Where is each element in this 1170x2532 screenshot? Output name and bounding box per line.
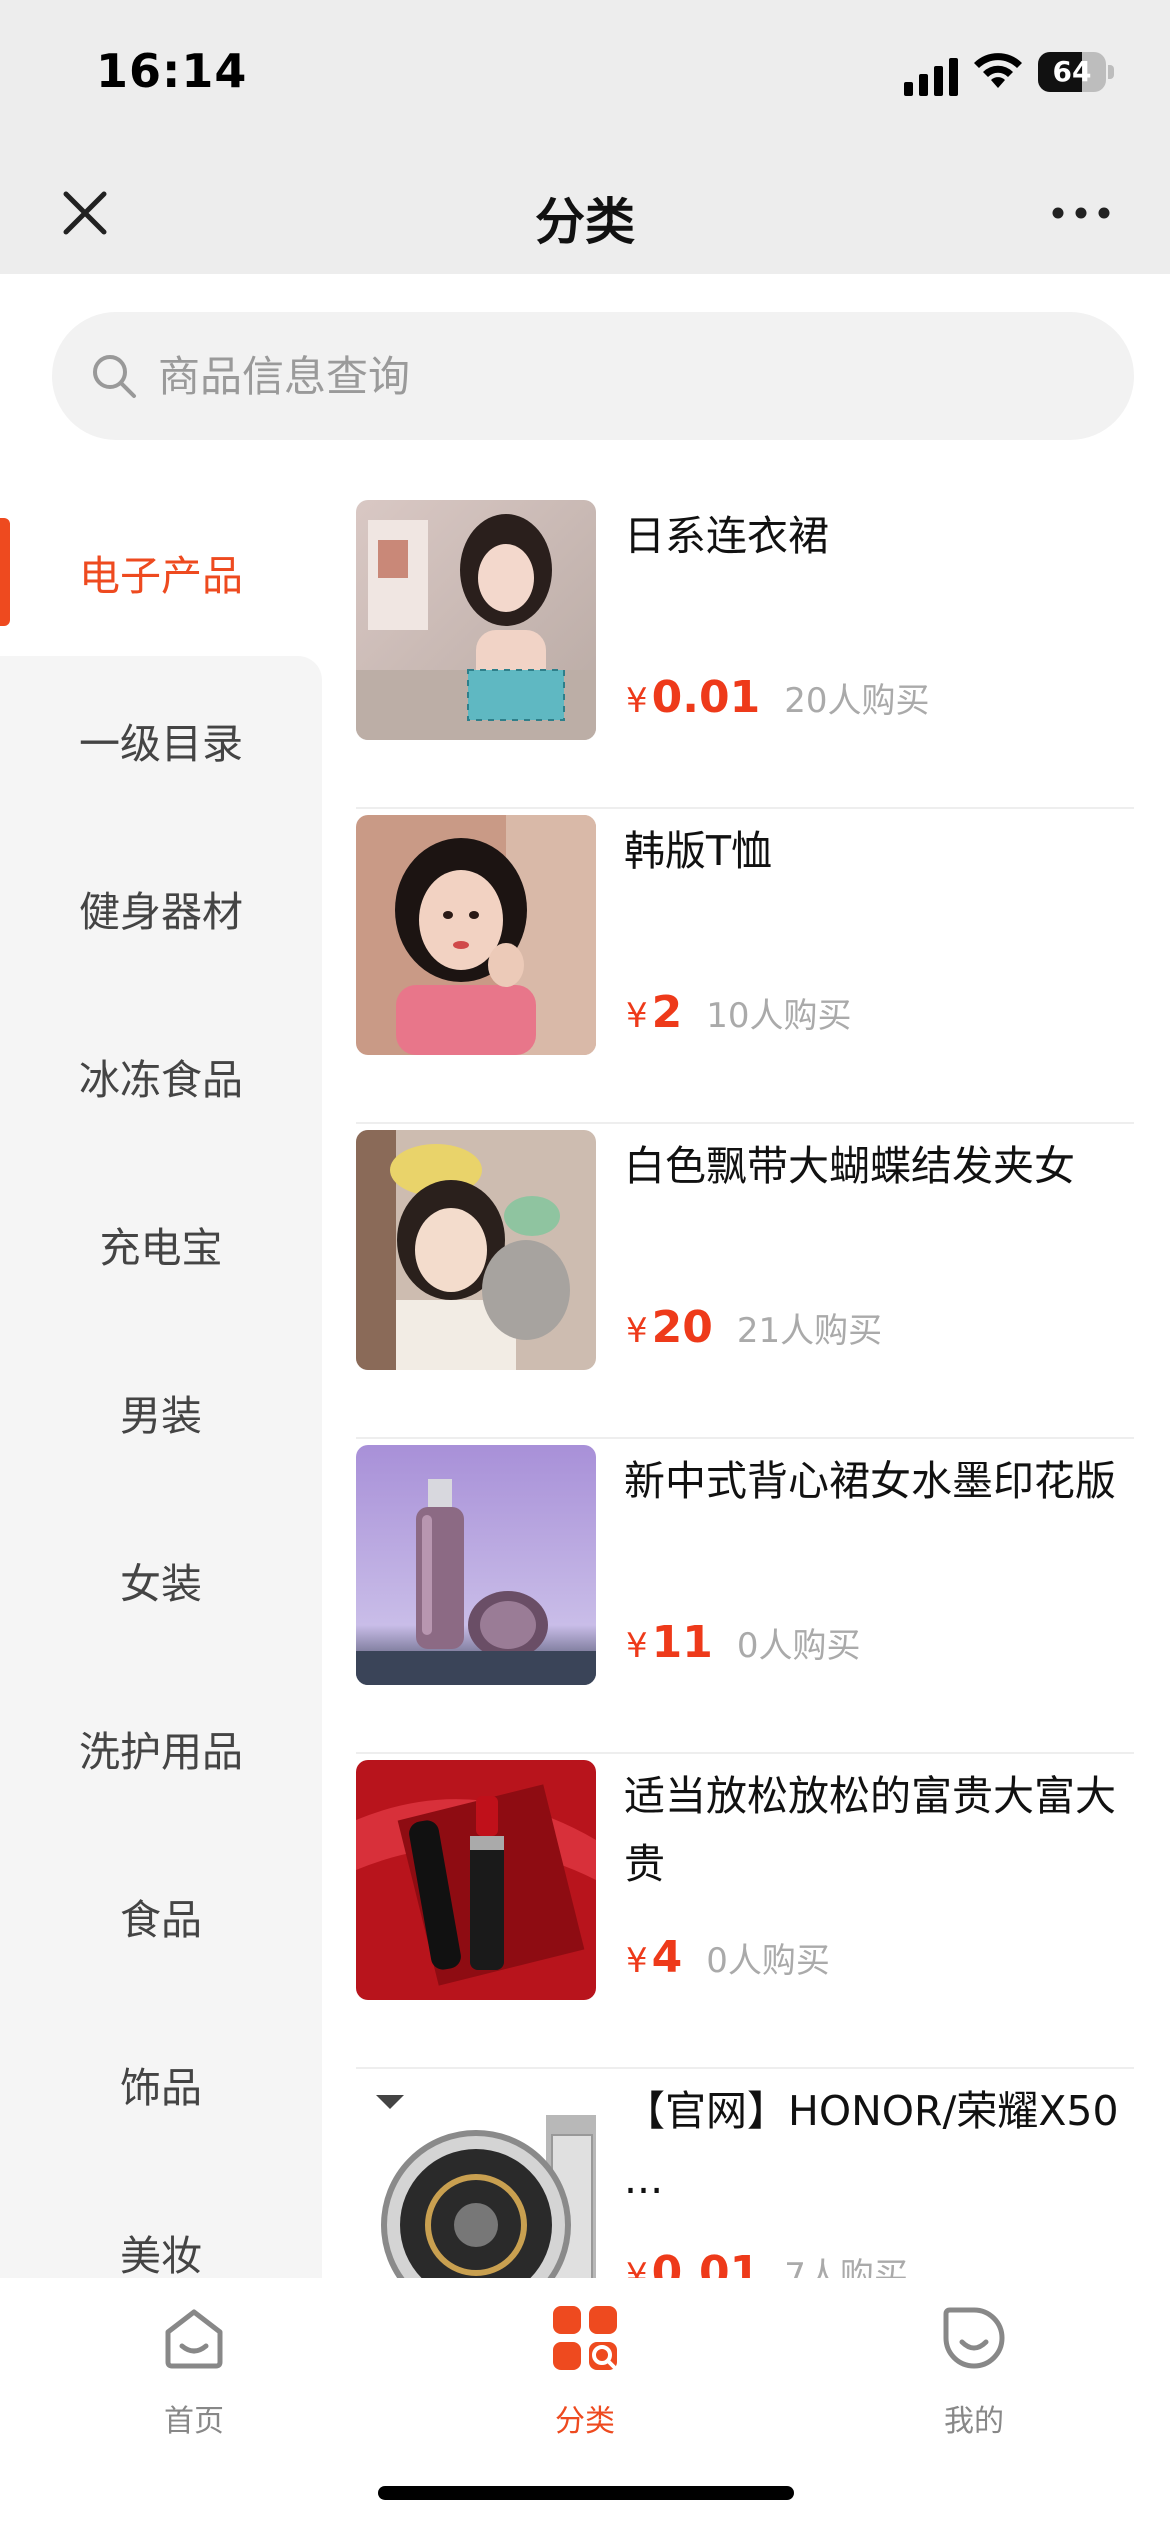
category-item-level1[interactable]: 一级目录 — [0, 656, 322, 824]
product-item[interactable]: 适当放松放松的富贵大富大贵 ¥ 4 0人购买 — [356, 1754, 1134, 2069]
currency-symbol: ¥ — [626, 2256, 648, 2278]
product-image[interactable] — [356, 1445, 596, 1685]
product-name: 白色飘带大蝴蝶结发夹女 — [624, 1142, 1075, 1190]
product-list: 日系连衣裙 ¥ 0.01 20人购买 韩版T恤 ¥ 2 10人购买 白色飘带大蝴… — [356, 488, 1134, 2278]
category-label: 饰品 — [120, 2064, 202, 2112]
battery-percent: 64 — [1052, 55, 1092, 88]
price-row: ¥ 0.01 7人购买 — [626, 2247, 908, 2278]
price-row: ¥ 0.01 20人购买 — [626, 672, 929, 732]
product-price: 0.01 — [651, 672, 761, 723]
price-row: ¥ 11 0人购买 — [626, 1617, 861, 1677]
category-label: 洗护用品 — [79, 1728, 243, 1776]
tab-label: 首页 — [164, 2404, 224, 2439]
status-time: 16:14 — [96, 44, 248, 98]
price-row: ¥ 20 21人购买 — [626, 1302, 882, 1362]
category-label: 美妆 — [120, 2232, 202, 2278]
product-name: 新中式背心裙女水墨印花版 — [624, 1457, 1116, 1505]
category-item-electronics[interactable]: 电子产品 — [0, 488, 322, 656]
product-image[interactable] — [356, 815, 596, 1055]
category-item-menswear[interactable]: 男装 — [0, 1328, 322, 1496]
currency-symbol: ¥ — [626, 1941, 648, 1981]
sold-count: 0人购买 — [736, 1626, 861, 1666]
tab-label: 我的 — [944, 2404, 1004, 2439]
category-label: 男装 — [120, 1392, 202, 1440]
battery-icon: 64 — [1038, 52, 1114, 92]
product-price: 11 — [651, 1617, 713, 1668]
product-image[interactable] — [356, 500, 596, 740]
product-name: 【官网】HONOR/荣耀X50 ... — [624, 2087, 1119, 2203]
category-label: 冰冻食品 — [79, 1056, 243, 1104]
product-item[interactable]: 新中式背心裙女水墨印花版 ¥ 11 0人购买 — [356, 1439, 1134, 1754]
category-label: 食品 — [120, 1896, 202, 1944]
product-price: 2 — [651, 987, 683, 1038]
status-bar: 16:14 64 — [0, 0, 1170, 150]
category-item-accessories[interactable]: 饰品 — [0, 2000, 322, 2168]
tab-label: 分类 — [555, 2404, 615, 2439]
category-item-food[interactable]: 食品 — [0, 1832, 322, 2000]
tab-category[interactable]: 分类 — [485, 2302, 685, 2452]
product-image[interactable] — [356, 1760, 596, 2000]
product-image[interactable] — [356, 1130, 596, 1370]
currency-symbol: ¥ — [626, 1311, 648, 1351]
sold-count: 7人购买 — [784, 2256, 908, 2278]
tab-bar: 首页 分类 我的 — [0, 2278, 1170, 2532]
more-icon[interactable] — [1046, 178, 1116, 248]
category-label: 一级目录 — [79, 720, 243, 768]
category-item-frozen-food[interactable]: 冰冻食品 — [0, 992, 322, 1160]
product-item[interactable]: 【官网】HONOR/荣耀X50 ... ¥ 0.01 7人购买 — [356, 2069, 1134, 2278]
product-price: 0.01 — [651, 2247, 761, 2278]
category-item-makeup[interactable]: 美妆 — [0, 2168, 322, 2278]
nav-bar: 分类 — [0, 150, 1170, 274]
home-icon — [165, 2309, 223, 2369]
category-item-toiletries[interactable]: 洗护用品 — [0, 1664, 322, 1832]
product-image[interactable] — [356, 2075, 596, 2278]
product-name: 适当放松放松的富贵大富大贵 — [624, 1772, 1116, 1888]
tab-home[interactable]: 首页 — [94, 2302, 294, 2452]
product-name: 日系连衣裙 — [624, 512, 829, 560]
category-sidebar: 电子产品 一级目录 健身器材 冰冻食品 充电宝 男装 女装 洗护用品 食品 饰品… — [0, 488, 322, 2278]
price-row: ¥ 4 0人购买 — [626, 1932, 830, 1992]
category-item-power-bank[interactable]: 充电宝 — [0, 1160, 322, 1328]
product-item[interactable]: 日系连衣裙 ¥ 0.01 20人购买 — [356, 494, 1134, 809]
product-item[interactable]: 白色飘带大蝴蝶结发夹女 ¥ 20 21人购买 — [356, 1124, 1134, 1439]
category-label: 充电宝 — [99, 1224, 223, 1272]
cellular-signal-icon — [904, 58, 958, 96]
currency-symbol: ¥ — [626, 1626, 648, 1666]
search-icon — [93, 355, 136, 398]
currency-symbol: ¥ — [626, 996, 648, 1036]
tab-profile[interactable]: 我的 — [874, 2302, 1074, 2452]
sold-count: 0人购买 — [706, 1941, 830, 1981]
search-input[interactable] — [158, 336, 1058, 416]
category-label: 健身器材 — [79, 888, 243, 936]
category-item-fitness[interactable]: 健身器材 — [0, 824, 322, 992]
product-name: 韩版T恤 — [624, 827, 773, 875]
category-label: 女装 — [120, 1560, 202, 1608]
active-category-indicator — [0, 518, 10, 626]
category-label: 电子产品 — [79, 552, 243, 600]
sold-count: 10人购买 — [706, 996, 852, 1036]
page-title: 分类 — [535, 193, 635, 251]
currency-symbol: ¥ — [626, 681, 648, 721]
category-item-womenswear[interactable]: 女装 — [0, 1496, 322, 1664]
product-item[interactable]: 韩版T恤 ¥ 2 10人购买 — [356, 809, 1134, 1124]
sold-count: 20人购买 — [784, 681, 930, 721]
search-bar[interactable] — [52, 312, 1134, 440]
product-price: 4 — [651, 1932, 683, 1983]
home-indicator[interactable] — [378, 2486, 794, 2500]
product-price: 20 — [651, 1302, 713, 1353]
category-icon — [553, 2306, 617, 2370]
sold-count: 21人购买 — [736, 1311, 883, 1351]
profile-icon — [943, 2307, 1005, 2369]
wifi-icon — [974, 53, 1022, 88]
price-row: ¥ 2 10人购买 — [626, 987, 852, 1047]
